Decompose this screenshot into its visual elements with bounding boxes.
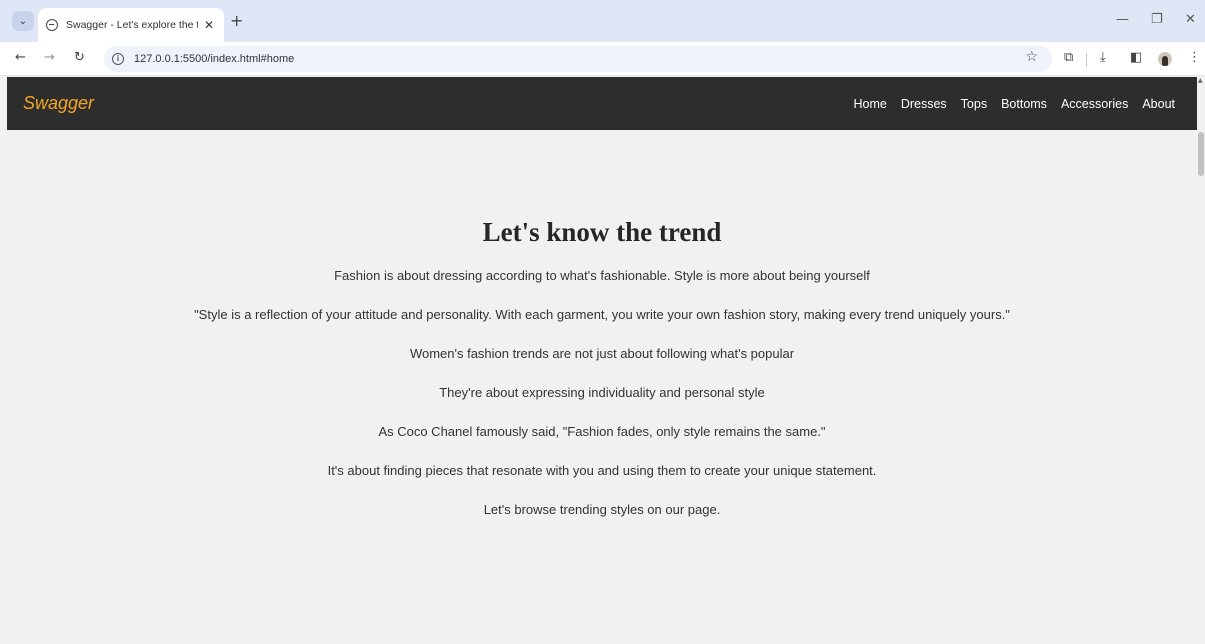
tab-strip: ⌄ Swagger - Let's explore the tre ✕ + — … [0, 0, 1205, 42]
nav-bottoms[interactable]: Bottoms [1001, 97, 1047, 111]
page-scrollbar[interactable]: ▲ [1197, 77, 1205, 644]
paragraph-3: Women's fashion trends are not just abou… [409, 346, 795, 361]
browser-tab[interactable]: Swagger - Let's explore the tre ✕ [38, 8, 224, 42]
profile-icon[interactable] [1158, 52, 1172, 66]
close-tab-icon[interactable]: ✕ [204, 18, 214, 32]
new-tab-icon[interactable]: + [230, 11, 243, 30]
window-close-icon[interactable]: ✕ [1185, 12, 1196, 27]
tab-search-icon[interactable]: ⌄ [12, 11, 34, 31]
nav-dresses[interactable]: Dresses [901, 97, 947, 111]
paragraph-5: As Coco Chanel famously said, "Fashion f… [378, 424, 826, 439]
page-viewport: Swagger Home Dresses Tops Bottoms Access… [7, 77, 1197, 644]
star-icon[interactable]: ☆ [1025, 49, 1038, 65]
paragraph-6: It's about finding pieces that resonate … [327, 463, 877, 478]
sidepanel-icon[interactable]: ◧ [1130, 50, 1142, 65]
forward-icon[interactable]: → [44, 50, 55, 65]
paragraph-7: Let's browse trending styles on our page… [483, 502, 721, 517]
menu-icon[interactable]: ⋮ [1188, 50, 1201, 65]
site-navbar: Swagger Home Dresses Tops Bottoms Access… [7, 77, 1197, 130]
nav-accessories[interactable]: Accessories [1061, 97, 1128, 111]
download-icon[interactable]: ⤓ [1100, 50, 1106, 65]
info-icon[interactable]: i [112, 53, 124, 65]
globe-icon [46, 19, 58, 31]
paragraph-4: They're about expressing individuality a… [439, 385, 765, 400]
page-heading: Let's know the trend [482, 217, 722, 247]
toolbar-divider [1086, 53, 1087, 67]
nav-home[interactable]: Home [853, 97, 886, 111]
minimize-icon[interactable]: — [1116, 12, 1129, 27]
hero-content: Let's know the trend Fashion is about dr… [7, 217, 1197, 517]
restore-icon[interactable]: ❐ [1151, 12, 1163, 27]
tab-title: Swagger - Let's explore the tre [66, 19, 198, 31]
brand-logo[interactable]: Swagger [23, 93, 94, 114]
paragraph-2: "Style is a reflection of your attitude … [194, 307, 1010, 322]
nav-about[interactable]: About [1142, 97, 1175, 111]
address-bar[interactable]: i 127.0.0.1:5500/index.html#home ☆ [104, 46, 1052, 72]
paragraph-1: Fashion is about dressing according to w… [334, 268, 870, 283]
browser-toolbar: ← → ↻ i 127.0.0.1:5500/index.html#home ☆… [0, 42, 1205, 76]
scroll-up-icon[interactable]: ▲ [1198, 77, 1203, 84]
back-icon[interactable]: ← [15, 50, 26, 65]
reload-icon[interactable]: ↻ [74, 50, 85, 65]
nav-tops[interactable]: Tops [961, 97, 987, 111]
scroll-thumb[interactable] [1198, 132, 1204, 176]
nav-links: Home Dresses Tops Bottoms Accessories Ab… [853, 97, 1175, 111]
url-text[interactable]: 127.0.0.1:5500/index.html#home [134, 53, 294, 65]
extensions-icon[interactable]: ⧉ [1064, 50, 1073, 65]
